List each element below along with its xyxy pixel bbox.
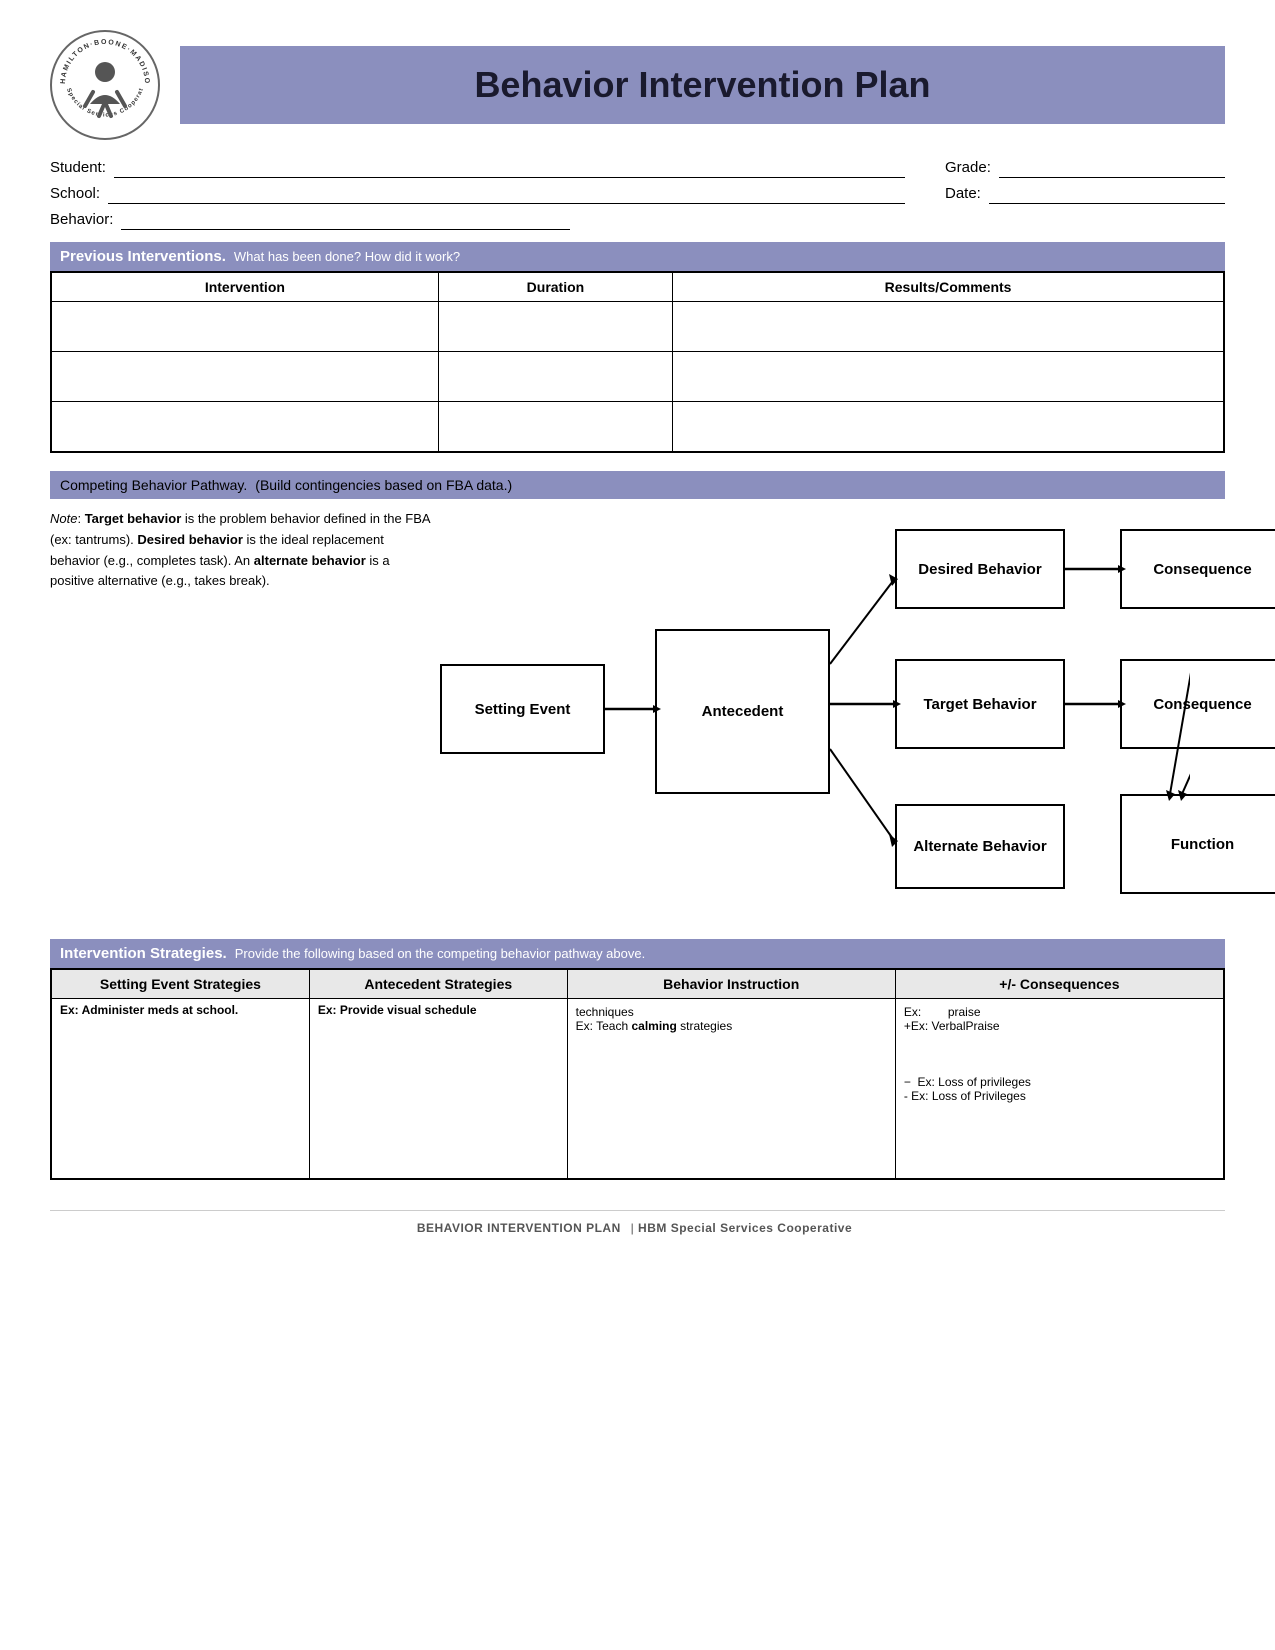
col-consequences: +/- Consequences bbox=[895, 970, 1223, 999]
grade-field-group: Grade: bbox=[945, 158, 1225, 178]
function-box: Function bbox=[1120, 794, 1275, 894]
consequence-mid-box: Consequence bbox=[1120, 659, 1275, 749]
form-fields: Student: Grade: School: Date: Behavior: bbox=[50, 158, 1225, 230]
logo: HAMILTON·BOONE·MADISON· Special Services… bbox=[50, 30, 160, 140]
duration-cell[interactable] bbox=[438, 302, 672, 352]
behavior-input[interactable] bbox=[121, 210, 570, 230]
date-input[interactable] bbox=[989, 184, 1225, 204]
school-field-group: School: bbox=[50, 184, 905, 204]
int-strat-title: Intervention Strategies. bbox=[60, 945, 227, 962]
int-strat-header: Intervention Strategies. Provide the fol… bbox=[50, 939, 1225, 968]
col-behavior-instruction: Behavior Instruction bbox=[567, 970, 895, 999]
cbp-note-text: Note: Target behavior is the problem beh… bbox=[50, 511, 430, 588]
date-field-group: Date: bbox=[945, 184, 1225, 204]
page-header: HAMILTON·BOONE·MADISON· Special Services… bbox=[50, 30, 1225, 140]
grade-label: Grade: bbox=[945, 159, 991, 178]
antecedent-strat-cell[interactable]: Ex: Provide visual schedule bbox=[309, 999, 567, 1179]
form-row-1: Student: Grade: bbox=[50, 158, 1225, 178]
page-footer: BEHAVIOR INTERVENTION PLAN | HBM Special… bbox=[50, 1210, 1225, 1235]
cbp-note: Note: Target behavior is the problem beh… bbox=[50, 509, 440, 592]
school-input[interactable] bbox=[108, 184, 905, 204]
consequence-top-box: Consequence bbox=[1120, 529, 1275, 609]
col-setting-event-strat: Setting Event Strategies bbox=[52, 970, 310, 999]
footer-org: HBM Special Services Cooperative bbox=[638, 1221, 852, 1235]
target-behavior-box: Target Behavior bbox=[895, 659, 1065, 749]
intervention-cell[interactable] bbox=[52, 302, 439, 352]
school-label: School: bbox=[50, 185, 100, 204]
cbp-diagram-inner: Desired Behavior Consequence Setting Eve… bbox=[440, 509, 1190, 929]
cbp-layout: Note: Target behavior is the problem beh… bbox=[50, 509, 1225, 929]
int-strat-table-container: Setting Event Strategies Antecedent Stra… bbox=[50, 968, 1225, 1180]
intervention-cell[interactable] bbox=[52, 352, 439, 402]
col-intervention: Intervention bbox=[52, 273, 439, 302]
results-cell[interactable] bbox=[673, 402, 1224, 452]
desired-behavior-box: Desired Behavior bbox=[895, 529, 1065, 609]
page-title: Behavior Intervention Plan bbox=[200, 64, 1205, 106]
student-field-group: Student: bbox=[50, 158, 905, 178]
results-cell[interactable] bbox=[673, 352, 1224, 402]
prev-interventions-table: Intervention Duration Results/Comments bbox=[51, 272, 1224, 452]
prev-interventions-header: Previous Interventions. What has been do… bbox=[50, 242, 1225, 271]
antecedent-box: Antecedent bbox=[655, 629, 830, 794]
int-strat-table: Setting Event Strategies Antecedent Stra… bbox=[51, 969, 1224, 1179]
table-row bbox=[52, 352, 1224, 402]
grade-input[interactable] bbox=[999, 158, 1225, 178]
form-row-3: Behavior: bbox=[50, 210, 1225, 230]
behavior-field-group: Behavior: bbox=[50, 210, 570, 230]
col-results: Results/Comments bbox=[673, 273, 1224, 302]
student-label: Student: bbox=[50, 159, 106, 178]
table-row bbox=[52, 302, 1224, 352]
consequences-cell[interactable]: Ex: praise +Ex: VerbalPraise − Ex: Loss … bbox=[895, 999, 1223, 1179]
date-label: Date: bbox=[945, 185, 981, 204]
setting-event-strat-cell[interactable]: Ex: Administer meds at school. bbox=[52, 999, 310, 1179]
int-strat-sub: Provide the following based on the compe… bbox=[235, 946, 646, 961]
form-row-2: School: Date: bbox=[50, 184, 1225, 204]
results-cell[interactable] bbox=[673, 302, 1224, 352]
alternate-behavior-box: Alternate Behavior bbox=[895, 804, 1065, 889]
behavior-instruction-cell[interactable]: techniques Ex: Teach calming strategies bbox=[567, 999, 895, 1179]
col-duration: Duration bbox=[438, 273, 672, 302]
setting-event-box: Setting Event bbox=[440, 664, 605, 754]
cbp-diagram: Desired Behavior Consequence Setting Eve… bbox=[440, 509, 1225, 929]
student-input[interactable] bbox=[114, 158, 905, 178]
prev-interventions-sub: What has been done? How did it work? bbox=[234, 249, 460, 264]
cbp-title: Competing Behavior Pathway. bbox=[60, 477, 247, 493]
int-strat-row: Ex: Administer meds at school. Ex: Provi… bbox=[52, 999, 1224, 1179]
duration-cell[interactable] bbox=[438, 352, 672, 402]
duration-cell[interactable] bbox=[438, 402, 672, 452]
behavior-label: Behavior: bbox=[50, 211, 113, 230]
cbp-sub: (Build contingencies based on FBA data.) bbox=[255, 477, 512, 493]
cbp-header: Competing Behavior Pathway. (Build conti… bbox=[50, 471, 1225, 499]
footer-text: BEHAVIOR INTERVENTION PLAN bbox=[417, 1221, 621, 1235]
table-row bbox=[52, 402, 1224, 452]
title-box: Behavior Intervention Plan bbox=[180, 46, 1225, 124]
intervention-cell[interactable] bbox=[52, 402, 439, 452]
table-header-row: Intervention Duration Results/Comments bbox=[52, 273, 1224, 302]
int-strat-header-row: Setting Event Strategies Antecedent Stra… bbox=[52, 970, 1224, 999]
prev-interventions-title: Previous Interventions. bbox=[60, 248, 226, 265]
col-antecedent-strat: Antecedent Strategies bbox=[309, 970, 567, 999]
prev-interventions-table-container: Intervention Duration Results/Comments bbox=[50, 271, 1225, 453]
